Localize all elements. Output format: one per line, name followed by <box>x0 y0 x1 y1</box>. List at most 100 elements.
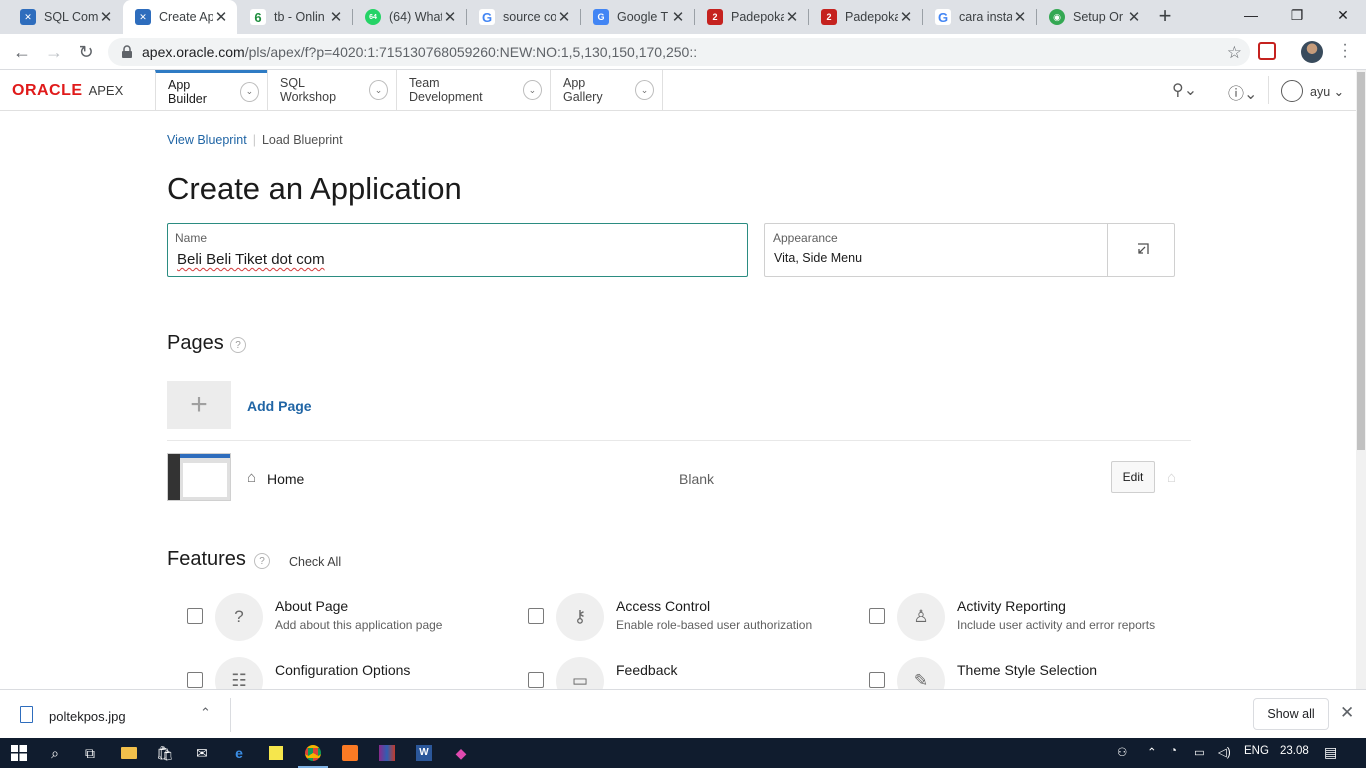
feature-title: Access Control <box>616 598 711 614</box>
menu-team-development[interactable]: Team Development ⌄ <box>396 70 550 110</box>
scrollbar-thumb[interactable] <box>1357 72 1365 450</box>
browser-tab-9[interactable]: G cara insta ✕ <box>923 0 1036 34</box>
bookmark-star-icon[interactable]: ☆ <box>1227 43 1242 63</box>
close-tab-icon[interactable]: ✕ <box>784 8 800 26</box>
browser-tab-10[interactable]: ◉ Setup Or ✕ <box>1037 0 1150 34</box>
clock[interactable]: 23.08 <box>1280 745 1309 757</box>
chrome-icon[interactable] <box>298 742 328 768</box>
set-appearance-button[interactable] <box>1107 224 1175 276</box>
edit-page-button[interactable]: Edit <box>1111 461 1155 493</box>
language-indicator[interactable]: ENG <box>1244 745 1269 757</box>
task-view-icon[interactable]: ⧉ <box>79 742 101 764</box>
file-explorer-icon[interactable] <box>118 742 140 764</box>
close-tab-icon[interactable]: ✕ <box>898 8 914 26</box>
browser-tab-strip: ✕ SQL Com ✕ ✕ Create Ap ✕ 6 tb - Onlin ✕… <box>0 0 1366 34</box>
feature-activity-reporting: ♙ Activity Reporting Include user activi… <box>849 593 1169 653</box>
show-all-button[interactable]: Show all <box>1253 698 1329 730</box>
user-avatar-icon[interactable] <box>1281 80 1303 102</box>
chevron-up-icon[interactable]: ⌃ <box>200 705 211 721</box>
volume-icon[interactable]: ◁) <box>1218 745 1231 759</box>
administration-icon[interactable]: ⚲⌄ <box>1172 80 1197 100</box>
forward-button[interactable]: → <box>40 38 68 66</box>
browser-tab-sql-commands[interactable]: ✕ SQL Com ✕ <box>8 0 122 34</box>
browser-tab-5[interactable]: G source co ✕ <box>467 0 580 34</box>
close-tab-icon[interactable]: ✕ <box>442 8 458 26</box>
menu-label: SQL Workshop <box>280 76 337 104</box>
feature-description: Enable role-based user authorization <box>616 618 813 632</box>
feature-checkbox[interactable] <box>869 672 885 688</box>
network-icon[interactable]: ◔ <box>1170 745 1177 757</box>
menu-sql-workshop[interactable]: SQL Workshop ⌄ <box>267 70 396 110</box>
notifications-icon[interactable]: ▤ <box>1324 744 1337 761</box>
name-label: Name <box>175 231 208 245</box>
address-bar[interactable]: apex.oracle.com/pls/apex/f?p=4020:1:7151… <box>108 38 1250 66</box>
add-page-plus-icon[interactable]: + <box>167 381 231 429</box>
sticky-notes-icon[interactable] <box>265 742 287 764</box>
people-icon[interactable]: ⚇ <box>1117 745 1127 759</box>
close-tab-icon[interactable]: ✕ <box>670 8 686 26</box>
menu-label: App Builder <box>168 77 207 106</box>
menu-app-gallery[interactable]: App Gallery ⌄ <box>550 70 663 110</box>
windows-start-icon[interactable] <box>8 742 30 764</box>
browser-tab-6[interactable]: G Google T ✕ <box>581 0 694 34</box>
close-tab-icon[interactable]: ✕ <box>1126 8 1142 26</box>
reload-button[interactable]: ↻ <box>72 38 100 66</box>
chevron-down-icon[interactable]: ⌄ <box>634 80 654 100</box>
close-tab-icon[interactable]: ✕ <box>1012 8 1028 26</box>
name-field[interactable]: Name Beli Beli Tiket dot com <box>167 223 748 277</box>
profile-avatar[interactable] <box>1301 41 1323 63</box>
download-file-name[interactable]: poltekpos.jpg <box>49 709 126 724</box>
feature-checkbox[interactable] <box>869 608 885 624</box>
chevron-down-icon[interactable]: ⌄ <box>239 81 259 102</box>
app-pin-icon[interactable]: ◆ <box>450 742 472 764</box>
new-tab-button[interactable]: + <box>1153 5 1177 29</box>
tab-title: SQL Com <box>44 10 98 24</box>
name-input[interactable]: Beli Beli Tiket dot com <box>177 251 325 268</box>
back-button[interactable]: ← <box>8 38 36 66</box>
close-tab-icon[interactable]: ✕ <box>98 8 114 26</box>
xampp-icon[interactable] <box>339 742 361 764</box>
browser-tab-create-app[interactable]: ✕ Create Ap ✕ <box>123 0 237 34</box>
features-help-icon[interactable]: ? <box>254 553 270 569</box>
word-icon[interactable]: W <box>413 742 435 764</box>
winrar-icon[interactable] <box>376 742 398 764</box>
load-blueprint-link[interactable]: Load Blueprint <box>262 133 343 147</box>
close-tab-icon[interactable]: ✕ <box>213 8 229 26</box>
browser-tab-4[interactable]: 64 (64) What ✕ <box>353 0 466 34</box>
add-page-button[interactable]: Add Page <box>247 398 312 414</box>
extension-icon[interactable] <box>1258 42 1276 60</box>
minimize-button[interactable]: — <box>1228 0 1274 32</box>
feature-checkbox[interactable] <box>528 672 544 688</box>
close-tab-icon[interactable]: ✕ <box>328 8 344 26</box>
oracle-apex-logo[interactable]: ORACLE APEX <box>12 82 123 100</box>
tab-title: Google T <box>617 10 669 24</box>
set-home-icon[interactable]: ⌂ <box>1167 469 1176 486</box>
store-icon[interactable]: 🛍 <box>154 742 176 764</box>
feature-checkbox[interactable] <box>187 672 203 688</box>
tab-title: Padepoka <box>731 10 784 24</box>
menu-app-builder[interactable]: App Builder ⌄ <box>155 70 267 110</box>
search-icon[interactable]: ⌕ <box>44 742 66 764</box>
browser-tab-3[interactable]: 6 tb - Onlin ✕ <box>238 0 352 34</box>
battery-icon[interactable]: ▭ <box>1194 745 1205 759</box>
browser-tab-7[interactable]: 2 Padepoka ✕ <box>695 0 808 34</box>
feature-checkbox[interactable] <box>528 608 544 624</box>
chevron-down-icon[interactable]: ⌄ <box>522 80 542 100</box>
edge-icon[interactable]: e <box>228 742 250 764</box>
tray-chevron-icon[interactable]: ⌃ <box>1147 745 1157 759</box>
browser-tab-8[interactable]: 2 Padepoka ✕ <box>809 0 922 34</box>
close-tab-icon[interactable]: ✕ <box>556 8 572 26</box>
chrome-menu-icon[interactable]: · · · <box>1340 37 1350 65</box>
mail-icon[interactable]: ✉ <box>191 742 213 764</box>
view-blueprint-link[interactable]: View Blueprint <box>167 133 247 147</box>
pages-help-icon[interactable]: ? <box>230 337 246 353</box>
chevron-down-icon[interactable]: ⌄ <box>369 80 388 100</box>
popup-icon <box>1137 243 1149 254</box>
restore-button[interactable]: ❐ <box>1274 0 1320 32</box>
user-menu[interactable]: ayu ⌄ <box>1310 84 1344 99</box>
check-all-button[interactable]: Check All <box>289 555 341 569</box>
close-window-button[interactable]: ✕ <box>1320 0 1366 32</box>
close-downloads-icon[interactable]: ✕ <box>1340 703 1354 723</box>
help-menu-icon[interactable]: ⓘ⌄ <box>1228 80 1257 104</box>
feature-checkbox[interactable] <box>187 608 203 624</box>
